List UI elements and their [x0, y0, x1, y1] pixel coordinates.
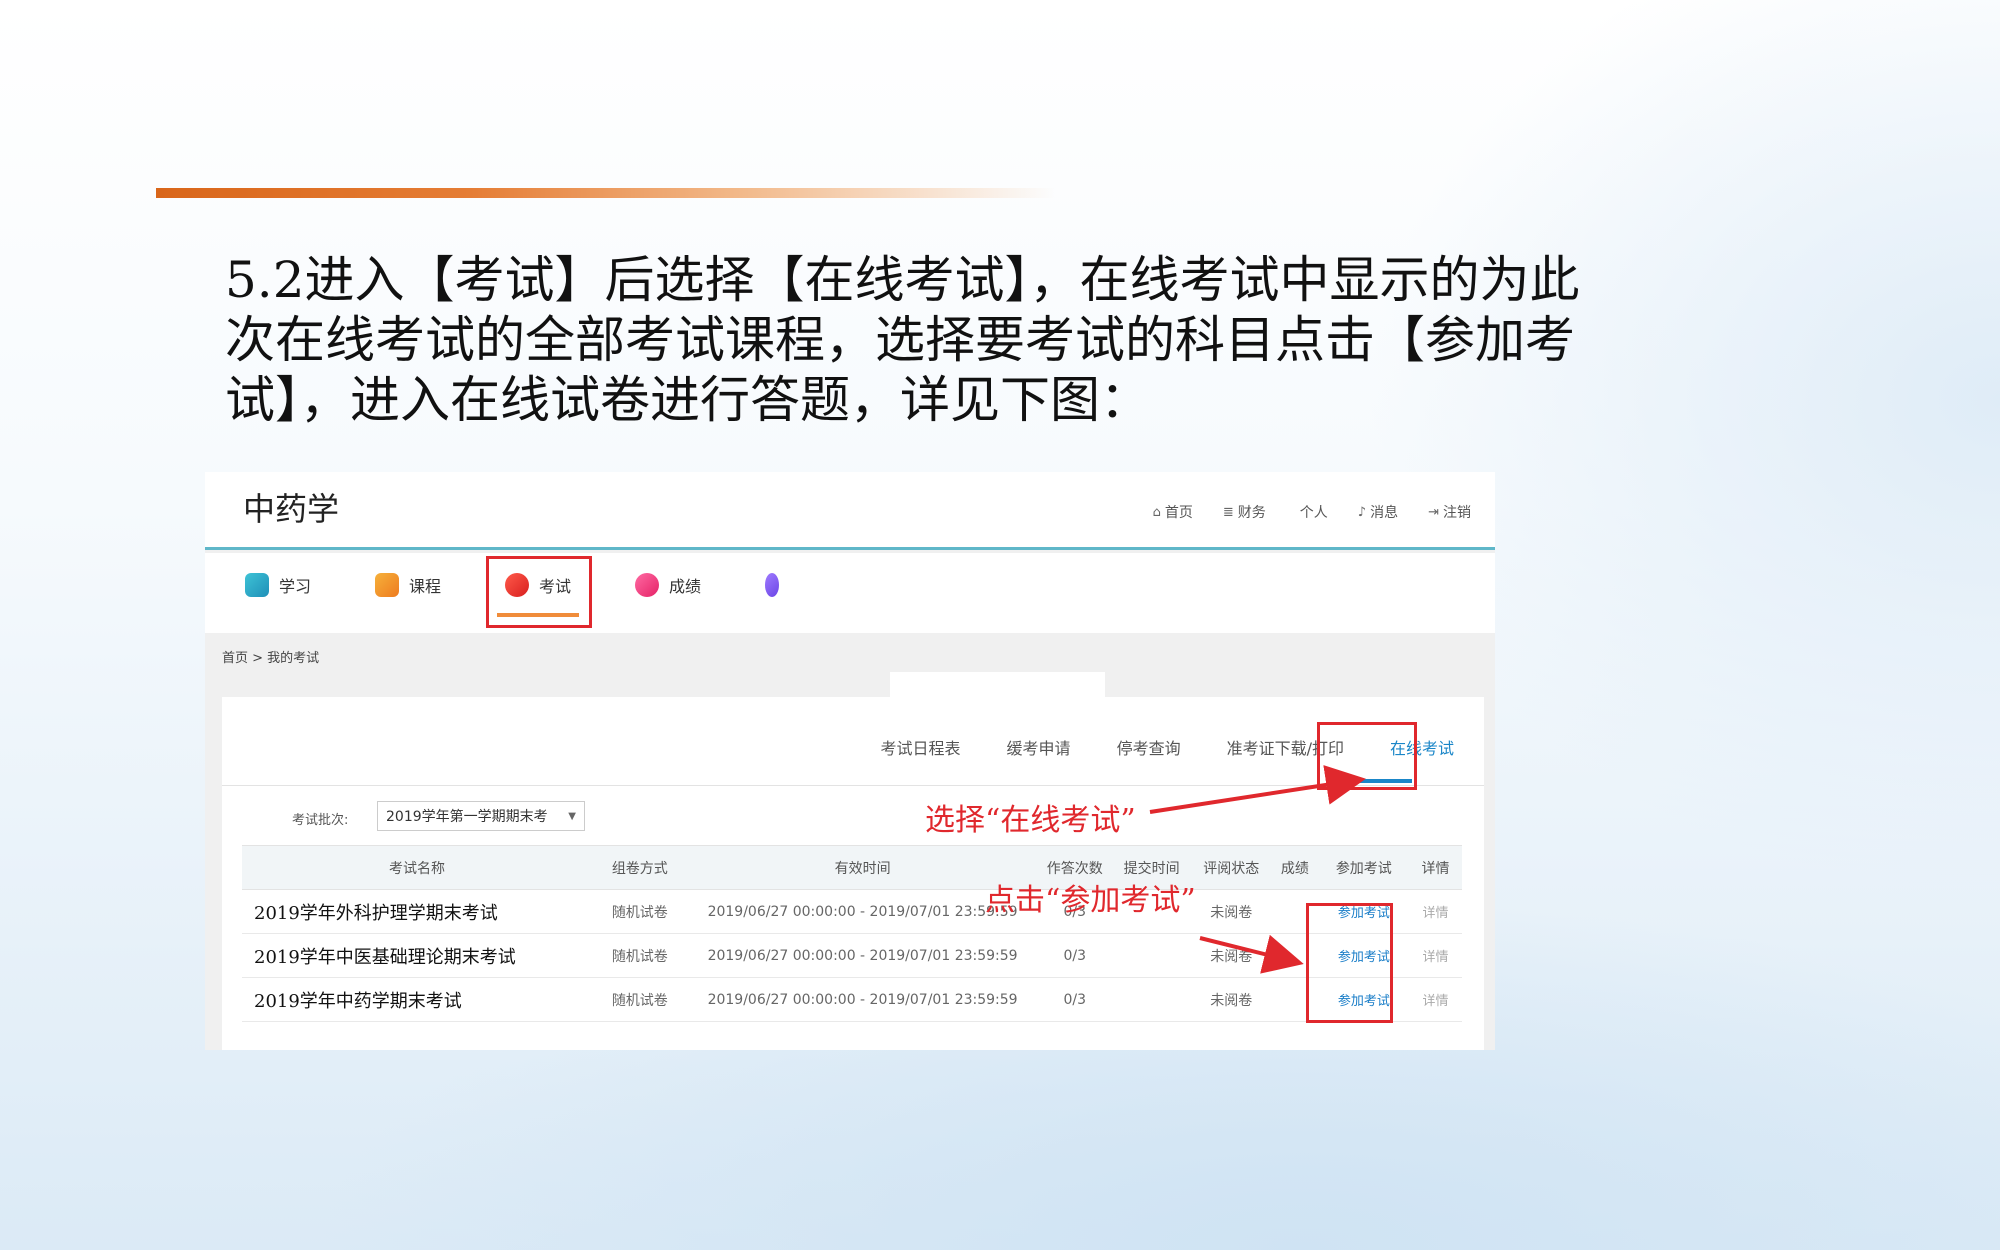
col-mode: 组卷方式 — [592, 845, 688, 890]
tab-more[interactable] — [765, 573, 779, 597]
exam-name: 2019学年中医基础理论期末考试 — [242, 933, 593, 978]
nav-logout-label: 注销 — [1443, 505, 1471, 521]
home-icon: ⌂ — [1152, 504, 1161, 520]
detail-cell: 详情 — [1408, 977, 1462, 1022]
score-icon — [635, 573, 659, 597]
join-column-highlight — [1306, 903, 1393, 1023]
nav-finance[interactable]: ≣ 财务 — [1223, 502, 1266, 522]
exam-card: 考试日程表 缓考申请 停考查询 准考证下载/打印 在线考试 考试批次: 2019… — [222, 697, 1484, 1050]
database-icon: ≣ — [1222, 504, 1234, 520]
col-join: 参加考试 — [1318, 845, 1409, 890]
exam-time: 2019/06/27 00:00:00 - 2019/07/01 23:59:5… — [687, 933, 1038, 978]
detail-cell: 详情 — [1408, 889, 1462, 934]
tab-study[interactable]: 学习 — [245, 573, 311, 597]
batch-value: 2019学年第一学期期末考 — [386, 809, 548, 825]
nav-messages-label: 消息 — [1370, 505, 1399, 521]
intro-paragraph: 5.2进入【考试】后选择【在线考试】，在线考试中显示的为此次在线考试的全部考试课… — [225, 251, 1580, 429]
exam-tab-highlight — [486, 556, 592, 628]
exam-status: 未阅卷 — [1191, 889, 1271, 934]
course-icon — [375, 573, 399, 597]
exam-table: 考试名称 组卷方式 有效时间 作答次数 提交时间 评阅状态 成绩 参加考试 详情… — [242, 845, 1462, 1022]
tab-course-label: 课程 — [409, 577, 442, 596]
nav-home[interactable]: ⌂ 首页 — [1153, 502, 1193, 522]
table-row: 2019学年中医基础理论期末考试 随机试卷 2019/06/27 00:00:0… — [242, 933, 1462, 978]
nav-messages[interactable]: ♪ 消息 — [1358, 502, 1398, 522]
exam-attempts: 0/3 — [1037, 933, 1112, 978]
col-name: 考试名称 — [242, 845, 593, 890]
breadcrumb: 首页 > 我的考试 — [222, 651, 320, 666]
exam-name: 2019学年中药学期末考试 — [242, 977, 593, 1022]
exam-mode: 随机试卷 — [592, 977, 688, 1022]
detail-link[interactable]: 详情 — [1422, 950, 1448, 965]
more-icon — [765, 573, 779, 597]
exam-time: 2019/06/27 00:00:00 - 2019/07/01 23:59:5… — [687, 977, 1038, 1022]
subtab-deferral[interactable]: 缓考申请 — [1007, 735, 1071, 759]
app-title: 中药学 — [243, 490, 340, 528]
redaction-block — [780, 553, 1380, 597]
logout-icon: ⇥ — [1428, 504, 1439, 520]
subtab-schedule[interactable]: 考试日程表 — [881, 735, 961, 759]
tab-score[interactable]: 成绩 — [635, 573, 701, 597]
detail-link[interactable]: 详情 — [1422, 994, 1448, 1009]
table-row: 2019学年外科护理学期末考试 随机试卷 2019/06/27 00:00:00… — [242, 889, 1462, 934]
table-header-row: 考试名称 组卷方式 有效时间 作答次数 提交时间 评阅状态 成绩 参加考试 详情 — [242, 845, 1462, 890]
batch-label: 考试批次: — [292, 813, 349, 828]
exam-mode: 随机试卷 — [592, 889, 688, 934]
subtab-suspension[interactable]: 停考查询 — [1117, 735, 1181, 759]
table-row: 2019学年中药学期末考试 随机试卷 2019/06/27 00:00:00 -… — [242, 977, 1462, 1022]
top-nav: ⌂ 首页 ≣ 财务 个人 ♪ 消息 ⇥ 注销 — [1153, 502, 1471, 522]
bell-icon: ♪ — [1357, 504, 1367, 520]
col-detail: 详情 — [1408, 845, 1462, 890]
nav-personal-label: 个人 — [1299, 505, 1328, 521]
nav-logout[interactable]: ⇥ 注销 — [1428, 502, 1471, 522]
exam-status: 未阅卷 — [1191, 933, 1271, 978]
exam-status: 未阅卷 — [1191, 977, 1271, 1022]
online-exam-highlight — [1317, 722, 1417, 790]
nav-finance-label: 财务 — [1237, 505, 1266, 521]
app-header: 中药学 ⌂ 首页 ≣ 财务 个人 ♪ 消息 ⇥ 注销 — [205, 472, 1495, 550]
exam-submit — [1111, 977, 1192, 1022]
annotation-click-join: 点击“参加考试” — [985, 883, 1196, 918]
detail-link[interactable]: 详情 — [1422, 906, 1448, 921]
divider — [222, 785, 1484, 786]
app-screenshot: 中药学 ⌂ 首页 ≣ 财务 个人 ♪ 消息 ⇥ 注销 学习 课程 考试 成绩 首… — [205, 472, 1495, 1050]
batch-select[interactable]: 2019学年第一学期期末考 ▼ — [377, 801, 585, 831]
tab-study-label: 学习 — [279, 577, 312, 596]
book-icon — [245, 573, 269, 597]
exam-attempts: 0/3 — [1037, 977, 1112, 1022]
tab-score-label: 成绩 — [669, 577, 702, 596]
exam-mode: 随机试卷 — [592, 933, 688, 978]
caret-down-icon: ▼ — [568, 810, 576, 822]
tab-course[interactable]: 课程 — [375, 573, 441, 597]
nav-personal[interactable]: 个人 — [1296, 502, 1328, 522]
title-accent-rule — [156, 188, 1056, 198]
col-status: 评阅状态 — [1191, 845, 1271, 890]
exam-name: 2019学年外科护理学期末考试 — [242, 889, 593, 934]
col-score: 成绩 — [1271, 845, 1319, 890]
nav-home-label: 首页 — [1164, 505, 1193, 521]
annotation-select-online: 选择“在线考试” — [925, 803, 1136, 838]
exam-submit — [1111, 933, 1192, 978]
detail-cell: 详情 — [1408, 933, 1462, 978]
